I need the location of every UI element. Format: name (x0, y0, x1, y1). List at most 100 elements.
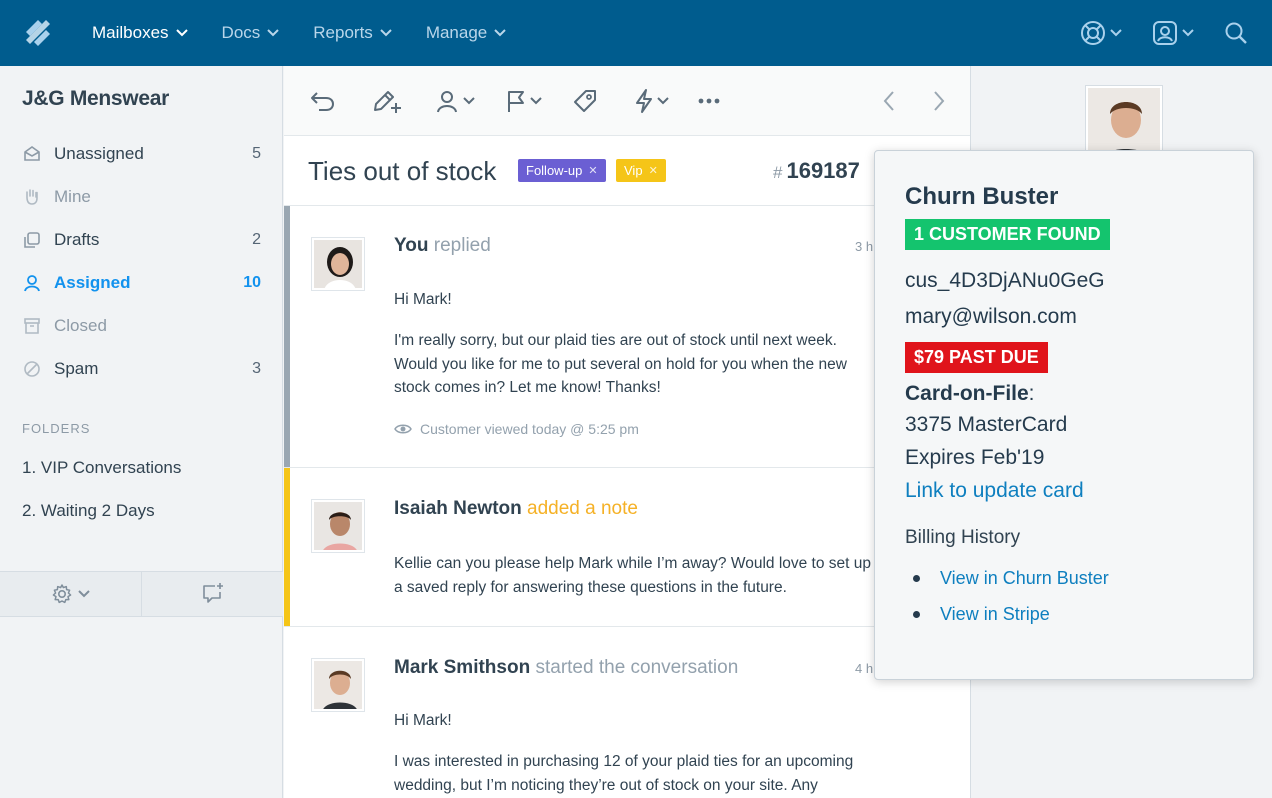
thread-body-text: I'm really sorry, but our plaid ties are… (394, 332, 847, 396)
inbox-icon (22, 144, 42, 164)
more-actions-button[interactable] (698, 88, 720, 114)
billing-link-label: View in Churn Buster (940, 568, 1109, 588)
tag-icon (574, 90, 596, 112)
card-expiry: Expires Feb'19 (905, 446, 1045, 469)
chevron-down-icon (1110, 29, 1122, 37)
thread-body-greeting: Hi Mark! (394, 291, 452, 308)
mailbox-name[interactable]: J&G Menswear (22, 87, 169, 111)
lightning-icon (636, 89, 652, 113)
next-conversation-button[interactable] (932, 88, 946, 114)
ticket-hash: # (773, 163, 783, 182)
nav-mailboxes[interactable]: Mailboxes (92, 23, 188, 43)
bullet-icon (913, 611, 920, 618)
close-icon[interactable]: ✕ (588, 164, 597, 177)
tag-label: Follow-up (526, 163, 583, 178)
folder-assigned[interactable]: Assigned 10 (0, 261, 283, 304)
nav-mailboxes-label: Mailboxes (92, 23, 169, 42)
chevron-down-icon (267, 29, 279, 37)
folder-label: Closed (54, 315, 107, 335)
reply-button[interactable] (310, 88, 336, 114)
avatar (312, 238, 364, 290)
folder-unassigned[interactable]: Unassigned 5 (0, 132, 283, 175)
nav-docs[interactable]: Docs (222, 23, 280, 43)
folder-count: 5 (252, 144, 261, 162)
top-right-controls (1080, 0, 1272, 66)
thread-item: Isaiah Newton added a note Kellie can yo… (284, 468, 970, 627)
folder-mine[interactable]: Mine (0, 175, 283, 218)
folder-count: 2 (252, 230, 261, 248)
folder-spam[interactable]: Spam 3 (0, 347, 283, 390)
customer-viewed-status: Customer viewed today @ 5:25 pm (394, 421, 639, 437)
settings-button[interactable] (0, 572, 141, 616)
mailbox-sidebar: J&G Menswear Unassigned 5 Mine Drafts 2 (0, 66, 283, 798)
customer-email: mary@wilson.com (905, 305, 1077, 328)
previous-conversation-button[interactable] (882, 88, 896, 114)
tag-vip[interactable]: Vip ✕ (616, 159, 666, 182)
helpscout-logo-icon[interactable] (24, 18, 52, 48)
update-card-link[interactable]: Link to update card (905, 479, 1084, 503)
help-menu[interactable] (1080, 20, 1122, 46)
tag-follow-up[interactable]: Follow-up ✕ (518, 159, 606, 182)
account-menu[interactable] (1152, 20, 1194, 46)
ticket-number-value: 169187 (786, 158, 860, 183)
thread-indicator-bar (284, 468, 290, 626)
avatar (312, 500, 364, 552)
lifebuoy-icon (1081, 21, 1105, 45)
conversation-pane: Ties out of stock #169187 Follow-up ✕ Vip… (284, 66, 970, 798)
workflow-button[interactable] (634, 88, 669, 114)
thread-body-greeting: Hi Mark! (394, 712, 452, 729)
chevron-left-icon (883, 91, 894, 111)
flag-icon (508, 91, 524, 112)
viewed-text: Customer viewed today @ 5:25 pm (420, 421, 639, 437)
customer-found-badge: 1 CUSTOMER FOUND (905, 219, 1110, 250)
assign-button[interactable] (436, 88, 475, 114)
folder-label: Spam (54, 358, 99, 378)
thread-indicator-bar (284, 206, 290, 467)
custom-folder-vip[interactable]: 1. VIP Conversations (22, 458, 181, 478)
billing-link-stripe[interactable]: View in Stripe (913, 604, 1050, 625)
tag-button[interactable] (572, 88, 598, 114)
note-pen-icon (374, 91, 401, 113)
card-on-file-label: Card-on-File: (905, 382, 1035, 406)
conversation-subject[interactable]: Ties out of stock (308, 156, 496, 187)
person-icon (22, 273, 42, 293)
folders-heading: FOLDERS (22, 421, 91, 436)
thread-time: 3 h (855, 239, 874, 254)
gear-icon (52, 584, 72, 604)
folder-closed[interactable]: Closed (0, 304, 283, 347)
nav-manage[interactable]: Manage (426, 23, 506, 43)
reply-icon (311, 92, 335, 111)
folder-drafts[interactable]: Drafts 2 (0, 218, 283, 261)
chevron-down-icon (175, 29, 188, 37)
folder-label: Mine (54, 186, 91, 206)
new-conversation-button[interactable] (141, 572, 283, 616)
nav-reports-label: Reports (313, 23, 373, 42)
person-icon (437, 91, 457, 113)
ticket-number: #169187 (773, 158, 860, 184)
thread-item: Mark Smithson started the conversation 4… (284, 627, 970, 798)
billing-link-churn-buster[interactable]: View in Churn Buster (913, 568, 1109, 589)
thread-author: Mark Smithson (394, 657, 531, 678)
thread-body-text: Kellie can you please help Mark while I’… (394, 555, 872, 596)
card-label: Card-on-File (905, 382, 1029, 405)
chevron-down-icon (657, 97, 669, 105)
close-icon[interactable]: ✕ (649, 164, 658, 177)
chevron-down-icon (78, 590, 90, 598)
churn-buster-popover: Churn Buster 1 CUSTOMER FOUND cus_4D3DjA… (874, 150, 1254, 680)
thread-header: You replied (394, 235, 491, 257)
status-button[interactable] (506, 88, 542, 114)
hand-icon (22, 187, 42, 207)
chevron-down-icon (530, 97, 542, 105)
custom-folder-waiting[interactable]: 2. Waiting 2 Days (22, 501, 155, 521)
eye-icon (394, 424, 412, 434)
billing-history-heading: Billing History (905, 527, 1021, 548)
more-dots-icon (698, 98, 720, 104)
chevron-right-icon (934, 91, 945, 111)
folder-label: Drafts (54, 229, 100, 249)
folder-count: 3 (252, 359, 261, 377)
new-chat-icon (202, 583, 223, 603)
bullet-icon (913, 575, 920, 582)
nav-reports[interactable]: Reports (313, 23, 392, 43)
search-button[interactable] (1224, 21, 1248, 45)
add-note-button[interactable] (372, 88, 402, 114)
